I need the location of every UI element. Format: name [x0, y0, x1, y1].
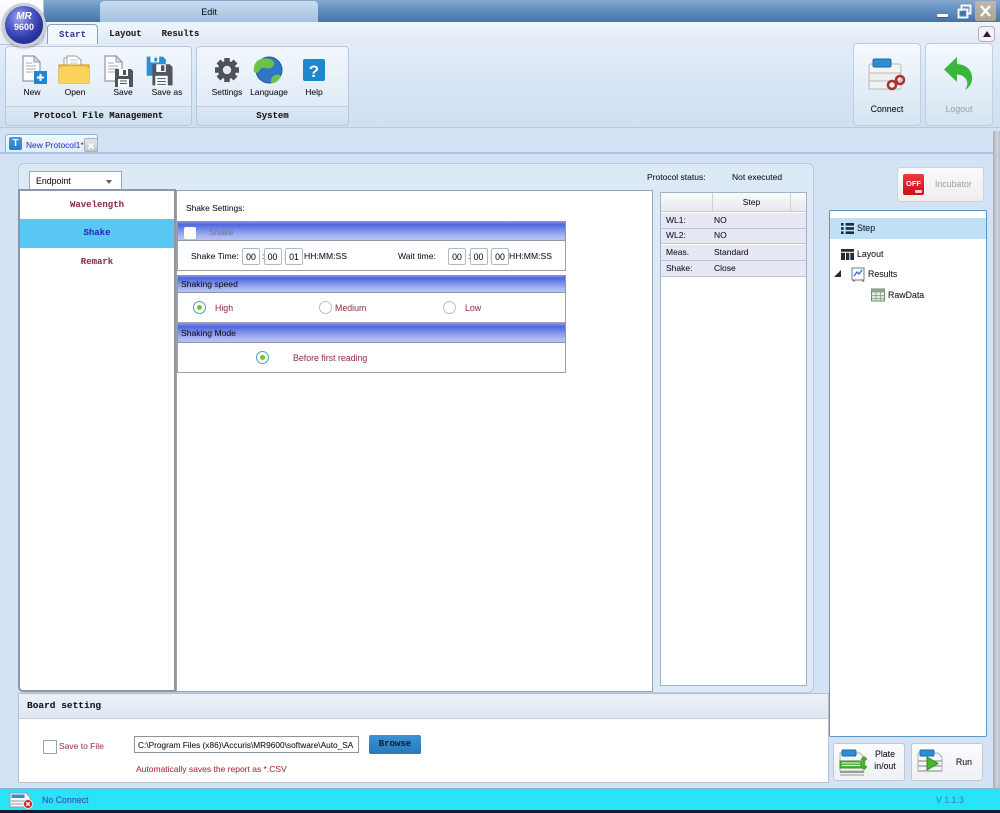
svg-text:?: ? [309, 62, 319, 81]
